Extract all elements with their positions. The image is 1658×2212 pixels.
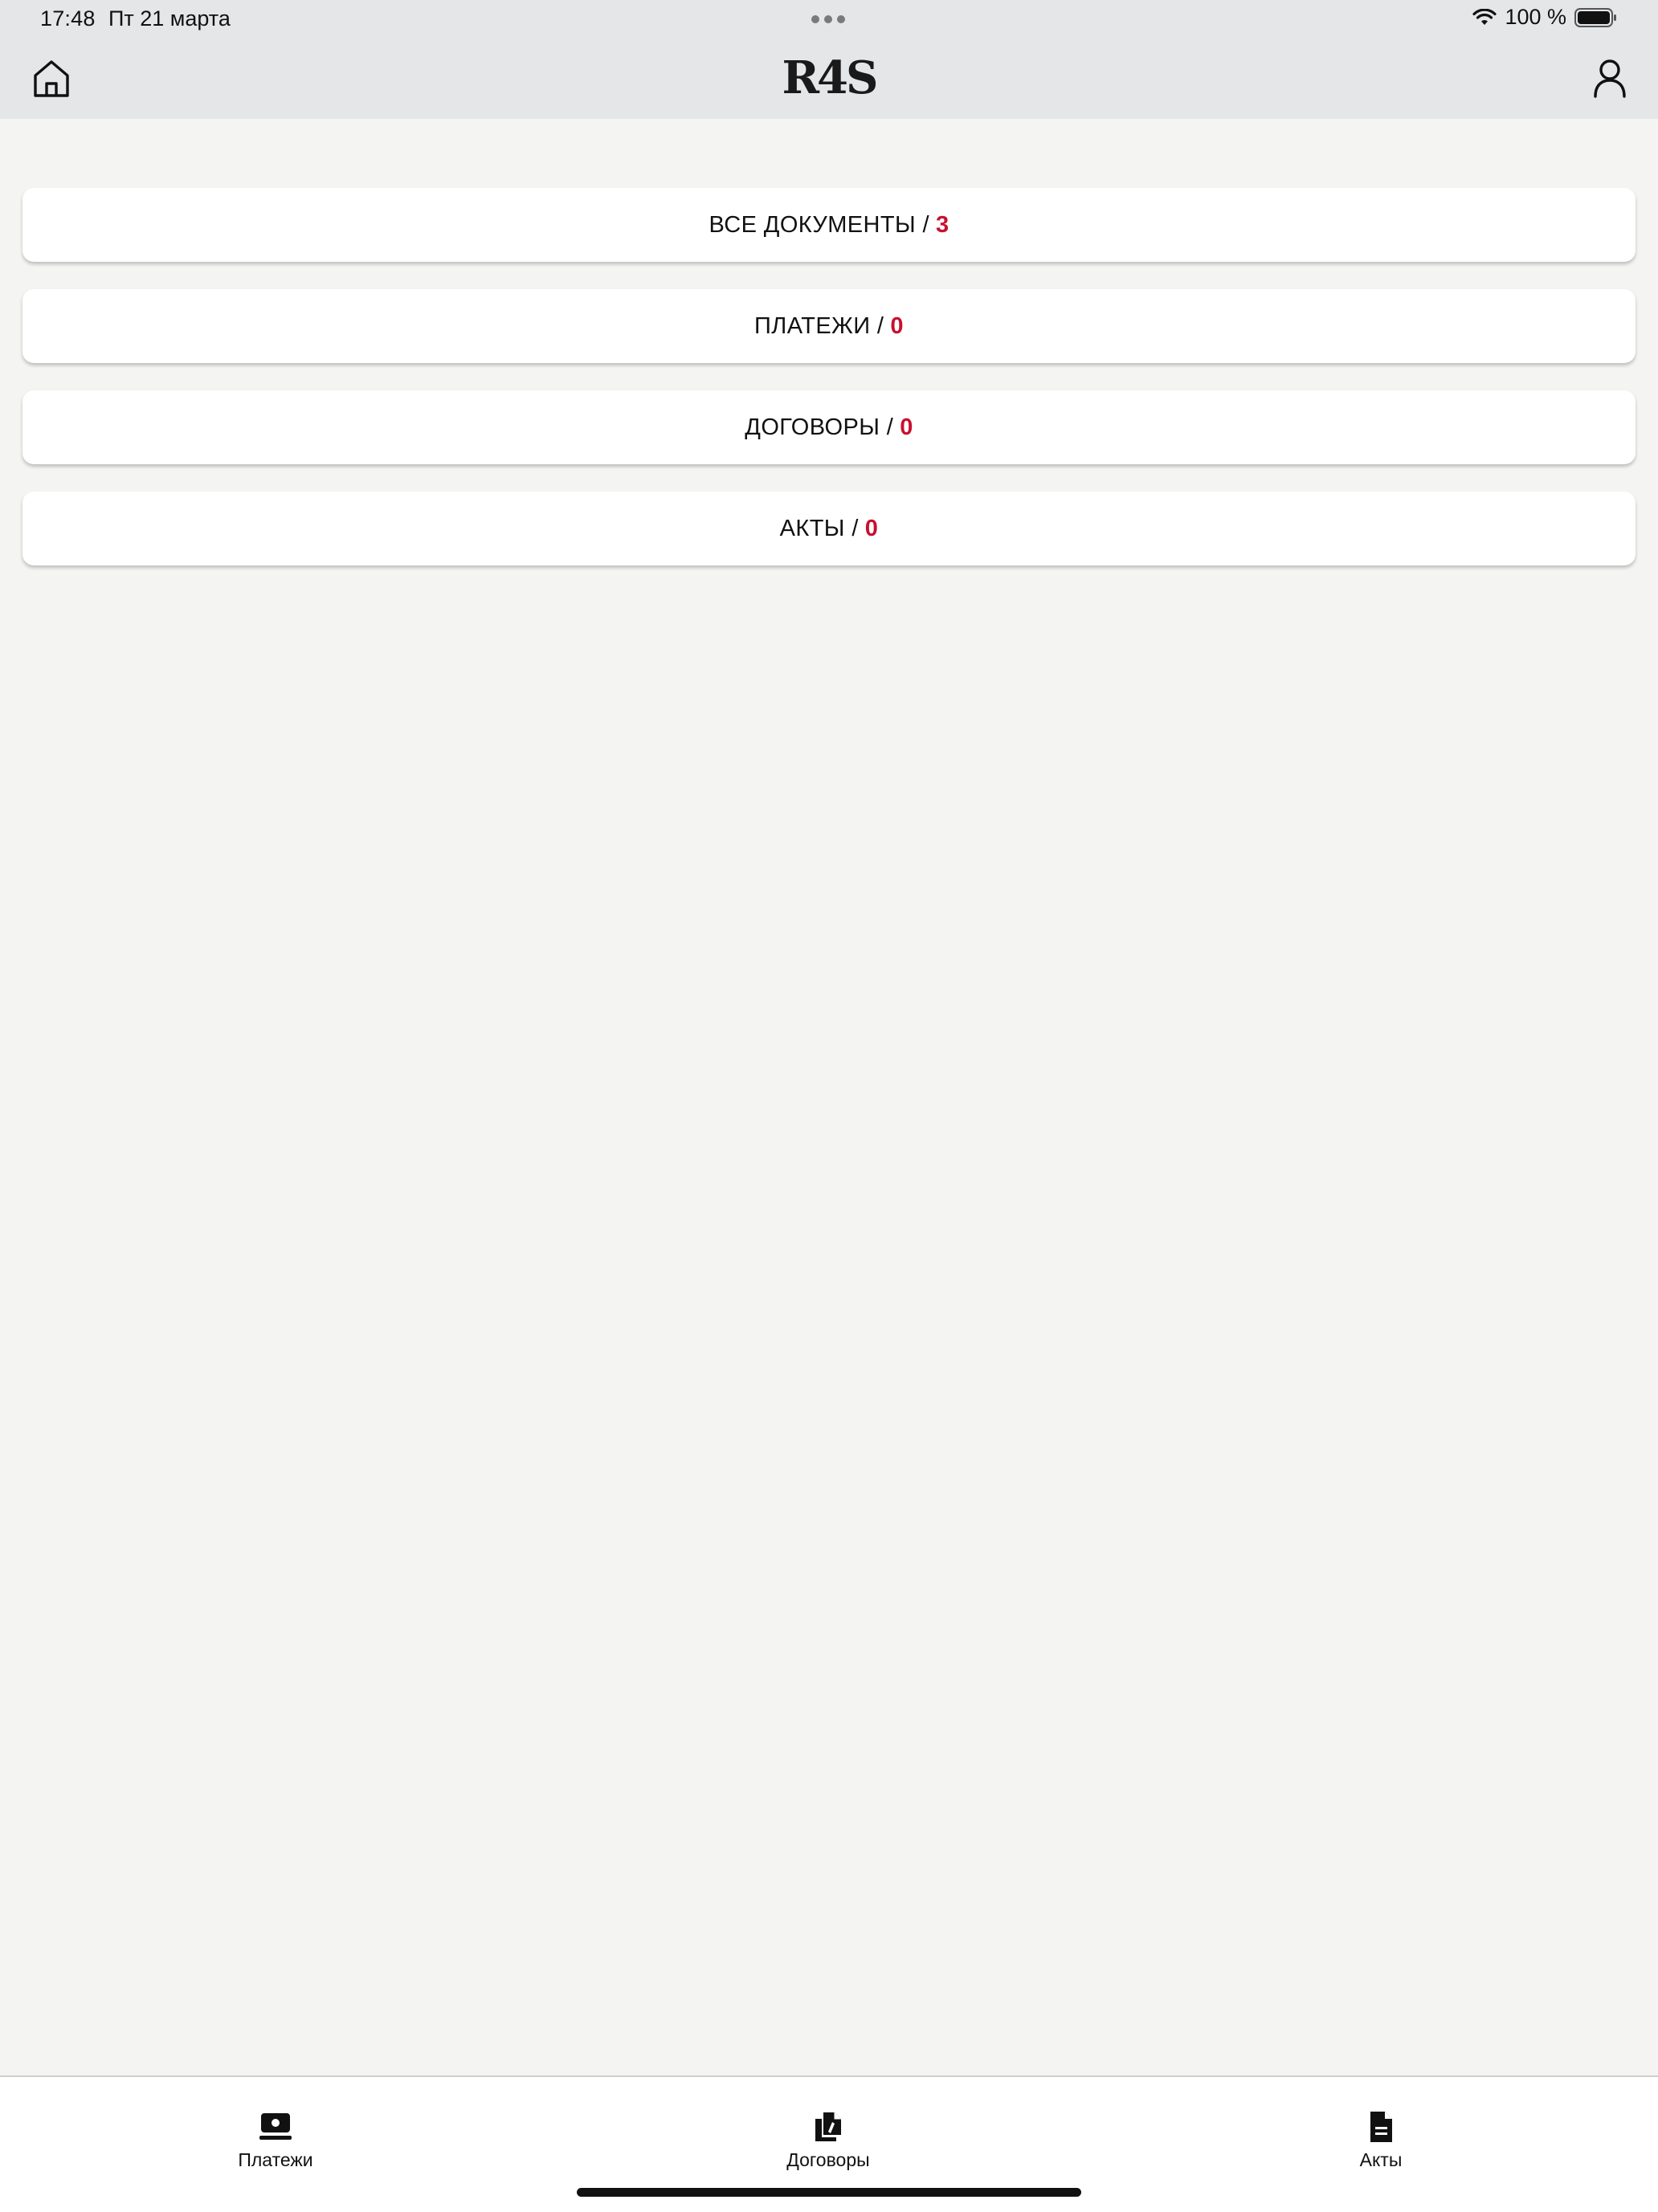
documents-icon [815,2112,841,2141]
card-label: ВСЕ ДОКУМЕНТЫ / [709,211,929,238]
payments-button[interactable]: ПЛАТЕЖИ / 0 [22,289,1636,363]
status-time: 17:48 [40,6,96,31]
card-count: 0 [900,414,913,440]
multitasking-dots-icon[interactable] [811,15,845,23]
document-icon [1370,2112,1392,2142]
r4s-logo: R4S [782,53,877,101]
card-label: ПЛАТЕЖИ / [754,312,884,339]
status-indicators: 100 % [1472,5,1618,30]
card-count: 3 [935,211,949,238]
documents-list: ВСЕ ДОКУМЕНТЫ / 3 ПЛАТЕЖИ / 0 ДОГОВОРЫ /… [22,188,1636,593]
home-icon[interactable] [32,58,71,100]
payment-icon [259,2113,292,2140]
user-icon[interactable] [1592,58,1627,98]
all-documents-button[interactable]: ВСЕ ДОКУМЕНТЫ / 3 [22,188,1636,262]
tab-label: Договоры [786,2149,870,2170]
tab-payments[interactable]: Платежи [195,2111,356,2171]
card-count: 0 [864,515,879,541]
tab-acts[interactable]: Акты [1301,2111,1461,2171]
tab-contracts[interactable]: Договоры [748,2111,909,2171]
status-bar: 17:48 Пт 21 марта 100 % [0,0,1658,39]
battery-percent: 100 % [1505,5,1566,29]
status-date: Пт 21 марта [108,6,231,31]
app-header: R4S [0,39,1658,119]
tab-label: Платежи [238,2149,313,2170]
wifi-icon [1472,8,1497,25]
card-label: АКТЫ / [779,515,859,541]
card-label: ДОГОВОРЫ / [745,414,894,440]
tab-label: Акты [1359,2149,1403,2170]
logo-text: R4S [782,53,877,101]
home-indicator[interactable] [577,2188,1081,2197]
acts-button[interactable]: АКТЫ / 0 [22,492,1636,565]
contracts-button[interactable]: ДОГОВОРЫ / 0 [22,390,1636,464]
card-count: 0 [890,312,904,339]
battery-icon [1574,7,1616,27]
